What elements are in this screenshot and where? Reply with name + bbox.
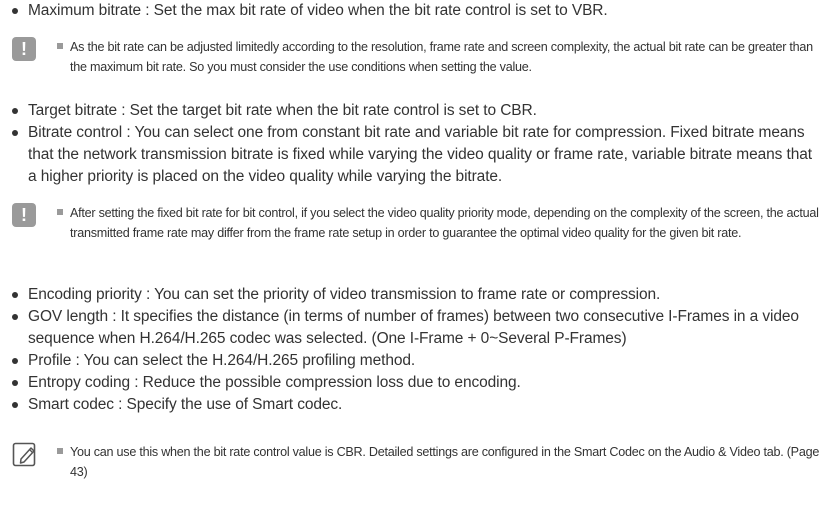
bullet-dot [12, 130, 18, 136]
bullet-dot [12, 292, 18, 298]
note-square-bullet [57, 209, 63, 215]
memo-pencil-icon [12, 442, 36, 467]
bullet-text: GOV length : It specifies the distance (… [28, 308, 799, 347]
bullet-dot [12, 314, 18, 320]
bullet-text: Bitrate control : You can select one fro… [28, 124, 812, 185]
caution-icon: ! [12, 203, 36, 227]
bullet-maximum-bitrate: Maximum bitrate : Set the max bit rate o… [12, 0, 812, 22]
note-text: You can use this when the bit rate contr… [70, 445, 820, 479]
bullet-dot [12, 380, 18, 386]
bullet-smart-codec: Smart codec : Specify the use of Smart c… [12, 394, 812, 416]
bullet-target-bitrate: Target bitrate : Set the target bit rate… [12, 100, 812, 122]
bullet-dot [12, 358, 18, 364]
caution-icon: ! [12, 37, 36, 61]
bullet-text: Profile : You can select the H.264/H.265… [28, 352, 416, 369]
bullet-text: Target bitrate : Set the target bit rate… [28, 102, 537, 119]
note-text: After setting the fixed bit rate for bit… [70, 206, 819, 240]
bullet-text: Entropy coding : Reduce the possible com… [28, 374, 521, 391]
bullet-text: Encoding priority : You can set the prio… [28, 286, 661, 303]
note-square-bullet [57, 448, 63, 454]
bullet-text: Maximum bitrate : Set the max bit rate o… [28, 2, 608, 19]
bullet-dot [12, 402, 18, 408]
bullet-entropy-coding: Entropy coding : Reduce the possible com… [12, 372, 812, 394]
note-text: As the bit rate can be adjusted limitedl… [70, 40, 813, 74]
bullet-gov-length: GOV length : It specifies the distance (… [12, 306, 812, 350]
bullet-encoding-priority: Encoding priority : You can set the prio… [12, 284, 812, 306]
bullet-text: Smart codec : Specify the use of Smart c… [28, 396, 343, 413]
bullet-profile: Profile : You can select the H.264/H.265… [12, 350, 812, 372]
bullet-bitrate-control: Bitrate control : You can select one fro… [12, 122, 812, 188]
bullet-dot [12, 8, 18, 14]
note-square-bullet [57, 43, 63, 49]
bullet-dot [12, 108, 18, 114]
manual-page: Maximum bitrate : Set the max bit rate o… [0, 0, 821, 511]
